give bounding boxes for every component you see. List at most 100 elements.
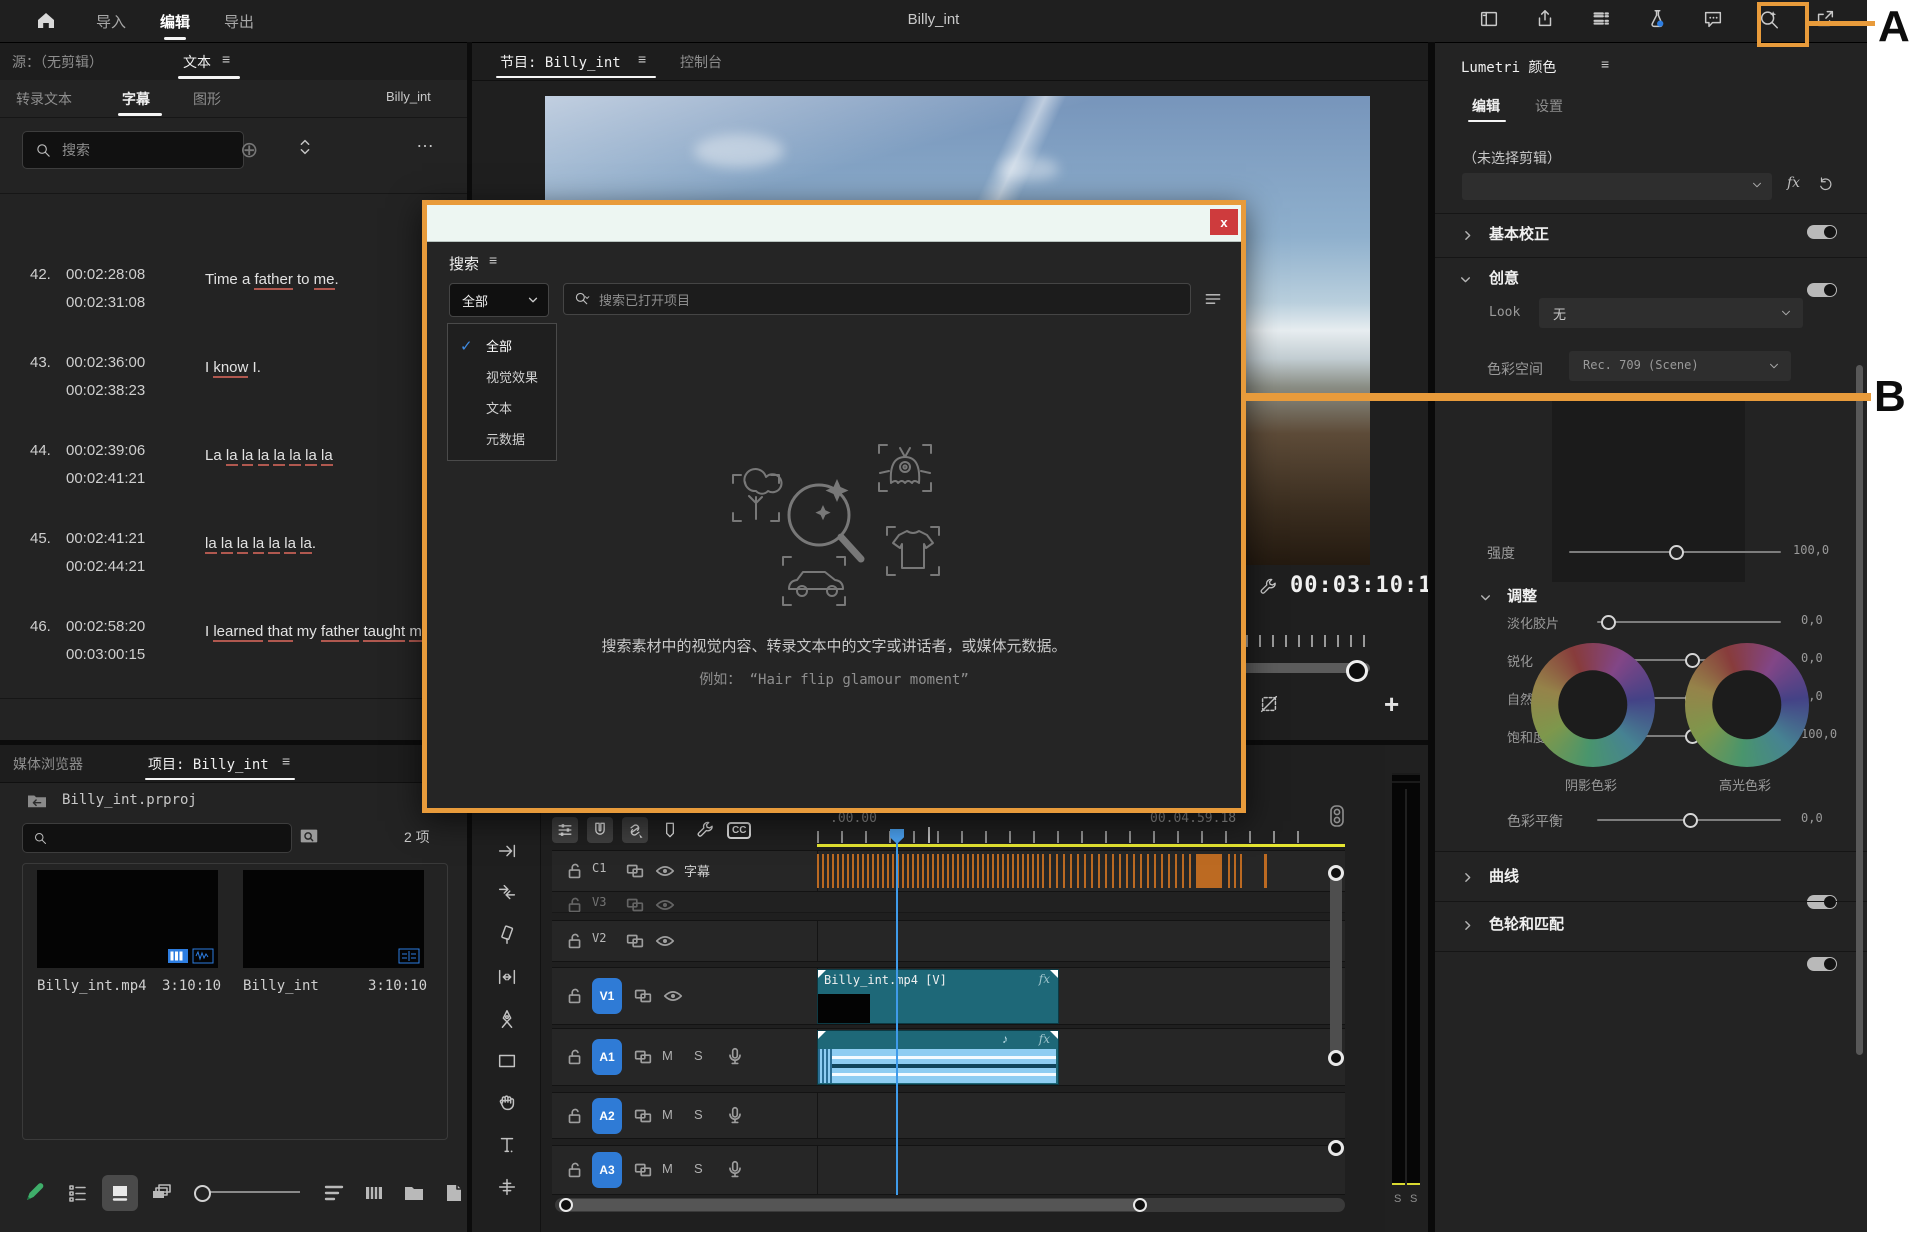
source-patch-icon[interactable] — [632, 985, 654, 1007]
creative-chevron-icon[interactable] — [1459, 273, 1472, 286]
sharpen-value[interactable]: 0,0 — [1801, 651, 1823, 665]
caption-clip-single[interactable] — [1264, 854, 1267, 888]
project-item-name[interactable]: Billy_int.mp4 — [37, 978, 147, 994]
project-panel-menu-icon[interactable]: ≡ — [282, 753, 290, 769]
zoom-slider-knob[interactable] — [194, 1185, 211, 1202]
balance-value[interactable]: 0,0 — [1801, 811, 1823, 825]
look-select[interactable]: 无 — [1539, 298, 1803, 328]
faded-film-slider[interactable] — [1597, 621, 1781, 623]
vscroll-top-handle[interactable] — [1328, 865, 1344, 881]
project-item-thumbnail[interactable] — [243, 870, 424, 968]
look-preview[interactable] — [1552, 395, 1745, 582]
highlight-tint-wheel[interactable] — [1685, 643, 1809, 767]
lumetri-scrollbar[interactable] — [1856, 365, 1863, 1055]
adjust-header[interactable]: 调整 — [1507, 585, 1537, 606]
wheels-match-chevron-icon[interactable] — [1461, 919, 1474, 932]
dialog-search-input[interactable]: 搜索已打开项目 — [563, 283, 1191, 315]
toggle-track-output-icon[interactable] — [654, 860, 676, 882]
share-icon[interactable] — [1534, 8, 1556, 30]
track-lock-icon[interactable] — [564, 930, 586, 952]
workspace-icon[interactable] — [1478, 8, 1500, 30]
tab-project[interactable]: 项目: Billy_int — [148, 754, 269, 774]
subtab-captions[interactable]: 字幕 — [122, 89, 150, 109]
voice-over-record-icon[interactable] — [724, 1046, 746, 1068]
search-scope-select[interactable]: 全部 — [449, 283, 549, 317]
filter-results-icon[interactable] — [1203, 289, 1223, 309]
balance-slider[interactable] — [1597, 819, 1781, 821]
caption-start-time[interactable]: 00:02:36:00 — [66, 354, 145, 371]
dialog-close-button[interactable]: x — [1210, 209, 1238, 235]
shadow-tint-wheel[interactable] — [1531, 643, 1655, 767]
tab-program-monitor[interactable]: 节目: Billy_int — [500, 52, 621, 72]
caption-track-options-icon[interactable] — [1329, 805, 1345, 827]
basic-correction-chevron-icon[interactable] — [1461, 229, 1474, 242]
caption-clip-bar[interactable] — [1228, 854, 1242, 888]
track-height-handle[interactable] — [1328, 1140, 1344, 1156]
curves-chevron-icon[interactable] — [1461, 871, 1474, 884]
faded-film-slider-knob[interactable] — [1601, 615, 1616, 630]
vscroll-bottom-handle[interactable] — [1328, 1050, 1344, 1066]
project-breadcrumb[interactable]: Billy_int.prproj — [62, 792, 197, 808]
voice-over-record-icon[interactable] — [724, 1159, 746, 1181]
program-timecode[interactable]: 00:03:10:10 — [1290, 573, 1447, 598]
caption-start-time[interactable]: 00:02:41:21 — [66, 530, 145, 547]
add-button-icon[interactable]: + — [1384, 689, 1399, 720]
thumbnail-zoom-slider[interactable] — [196, 1191, 300, 1193]
creative-header[interactable]: 创意 — [1489, 267, 1519, 288]
faded-film-value[interactable]: 0,0 — [1801, 613, 1823, 627]
meter-solo-right[interactable]: S — [1410, 1193, 1417, 1205]
new-item-icon[interactable] — [442, 1181, 466, 1205]
toggle-track-output-icon[interactable] — [654, 930, 676, 952]
track-target-badge-a1[interactable]: A1 — [592, 1039, 622, 1075]
scope-menu-item[interactable]: ✓全部 — [448, 330, 556, 361]
filmstrip-icon[interactable] — [362, 1181, 386, 1205]
track-target-badge-v1[interactable]: V1 — [592, 978, 622, 1014]
source-patch-icon[interactable] — [624, 860, 646, 882]
lumetri-tab-settings[interactable]: 设置 — [1535, 96, 1563, 116]
sort-icon[interactable] — [322, 1181, 346, 1205]
curves-toggle[interactable] — [1807, 895, 1837, 909]
solo-track-button[interactable]: S — [694, 1107, 703, 1122]
caption-clips-dense[interactable] — [817, 854, 1047, 888]
tab-media-browser[interactable]: 媒体浏览器 — [13, 754, 83, 774]
caption-row[interactable]: 44.00:02:39:0600:02:41:21La la la la la … — [0, 442, 467, 522]
caption-clips-block[interactable] — [1196, 854, 1222, 888]
wheels-match-header[interactable]: 色轮和匹配 — [1489, 913, 1564, 934]
timeline-audio-clip[interactable]: ♪fx — [817, 1030, 1059, 1085]
mute-track-button[interactable]: M — [662, 1048, 673, 1063]
strength-slider[interactable] — [1569, 551, 1781, 553]
caption-text[interactable]: I learned that my father taught me. — [205, 618, 455, 646]
hscroll-left-handle[interactable] — [559, 1198, 573, 1212]
tab-source-monitor[interactable]: 源：（无剪辑） — [12, 52, 103, 72]
solo-track-button[interactable]: S — [694, 1161, 703, 1176]
stacked-panels-icon[interactable] — [1590, 8, 1612, 30]
sort-captions-icon[interactable] — [294, 135, 316, 159]
track-lock-icon[interactable] — [564, 860, 586, 882]
caption-start-time[interactable]: 00:02:58:20 — [66, 618, 145, 635]
clip-effect-select[interactable] — [1462, 173, 1772, 200]
reset-effect-icon[interactable] — [1817, 175, 1835, 193]
timeline-video-clip[interactable]: Billy_int.mp4 [V]fx — [817, 969, 1059, 1024]
project-item-name[interactable]: Billy_int — [243, 978, 319, 994]
track-lock-icon[interactable] — [564, 1046, 586, 1068]
fullscreen-icon[interactable] — [1814, 8, 1836, 30]
subtab-transcript[interactable]: 转录文本 — [16, 89, 72, 109]
caption-text[interactable]: I know I. — [205, 354, 455, 382]
mute-track-button[interactable]: M — [662, 1107, 673, 1122]
caption-end-time[interactable]: 00:02:44:21 — [66, 558, 145, 575]
adjust-chevron-icon[interactable] — [1479, 591, 1492, 604]
caption-search-input[interactable]: 搜索 — [22, 131, 244, 169]
wrench-icon[interactable] — [1258, 577, 1278, 597]
solo-track-button[interactable]: S — [694, 1048, 703, 1063]
basic-correction-header[interactable]: 基本校正 — [1489, 223, 1549, 244]
tab-console[interactable]: 控制台 — [680, 52, 722, 72]
navigate-up-icon[interactable] — [26, 791, 48, 809]
list-view-icon[interactable] — [66, 1181, 90, 1205]
caption-list-options-icon[interactable]: … — [416, 131, 436, 152]
program-scrubber-knob[interactable] — [1346, 660, 1368, 682]
mute-track-button[interactable]: M — [662, 1161, 673, 1176]
tab-text-panel[interactable]: 文本 — [183, 52, 211, 72]
timeline-hscrollbar[interactable] — [555, 1198, 1345, 1212]
dialog-panel-menu-icon[interactable]: ≡ — [489, 252, 497, 268]
caption-text[interactable]: La la la la la la la la — [205, 442, 455, 470]
